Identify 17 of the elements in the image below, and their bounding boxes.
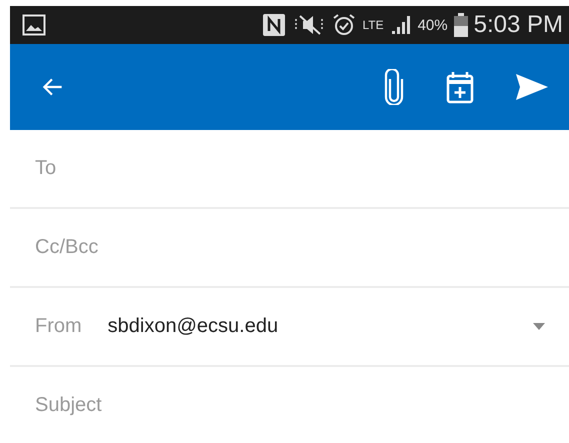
clock-time: 5:03 PM — [474, 13, 563, 37]
battery-percentage: 40% — [418, 18, 448, 32]
field-label: From — [35, 315, 82, 338]
calendar-add-button[interactable] — [445, 70, 475, 104]
battery-icon — [454, 13, 468, 37]
alarm-icon — [332, 13, 356, 37]
image-icon — [22, 14, 46, 36]
signal-icon — [390, 14, 412, 36]
text-field[interactable]: Cc/Bcc — [35, 236, 545, 259]
text-field[interactable]: Subject — [35, 394, 545, 417]
dropdown-icon[interactable] — [533, 323, 545, 330]
sender-address[interactable]: sbdixon@ecsu.edu — [108, 315, 533, 338]
nfc-icon — [262, 13, 286, 37]
send-button[interactable] — [515, 72, 549, 102]
network-type: LTE — [362, 19, 384, 31]
attach-button[interactable] — [383, 69, 405, 105]
text-field[interactable]: To — [35, 157, 545, 180]
